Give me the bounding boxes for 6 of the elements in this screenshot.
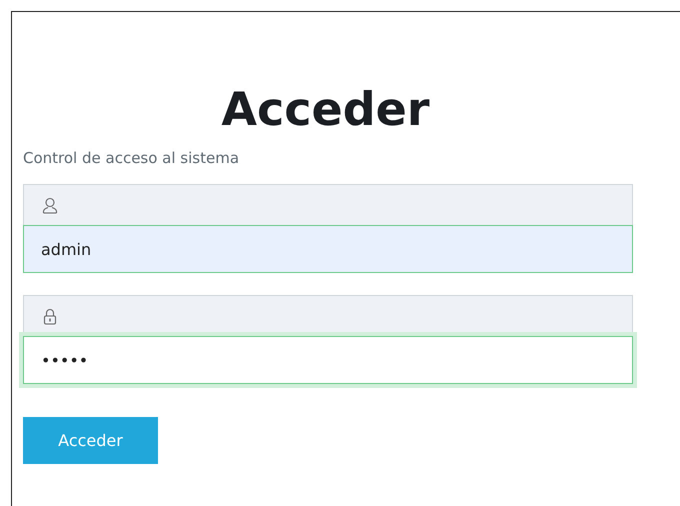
- subtitle: Control de acceso al sistema: [23, 148, 240, 168]
- user-icon: [42, 196, 58, 214]
- password-field[interactable]: •••••: [23, 336, 633, 384]
- page-title: Acceder: [220, 82, 431, 136]
- username-field[interactable]: admin: [23, 225, 633, 273]
- lock-icon: [42, 308, 58, 324]
